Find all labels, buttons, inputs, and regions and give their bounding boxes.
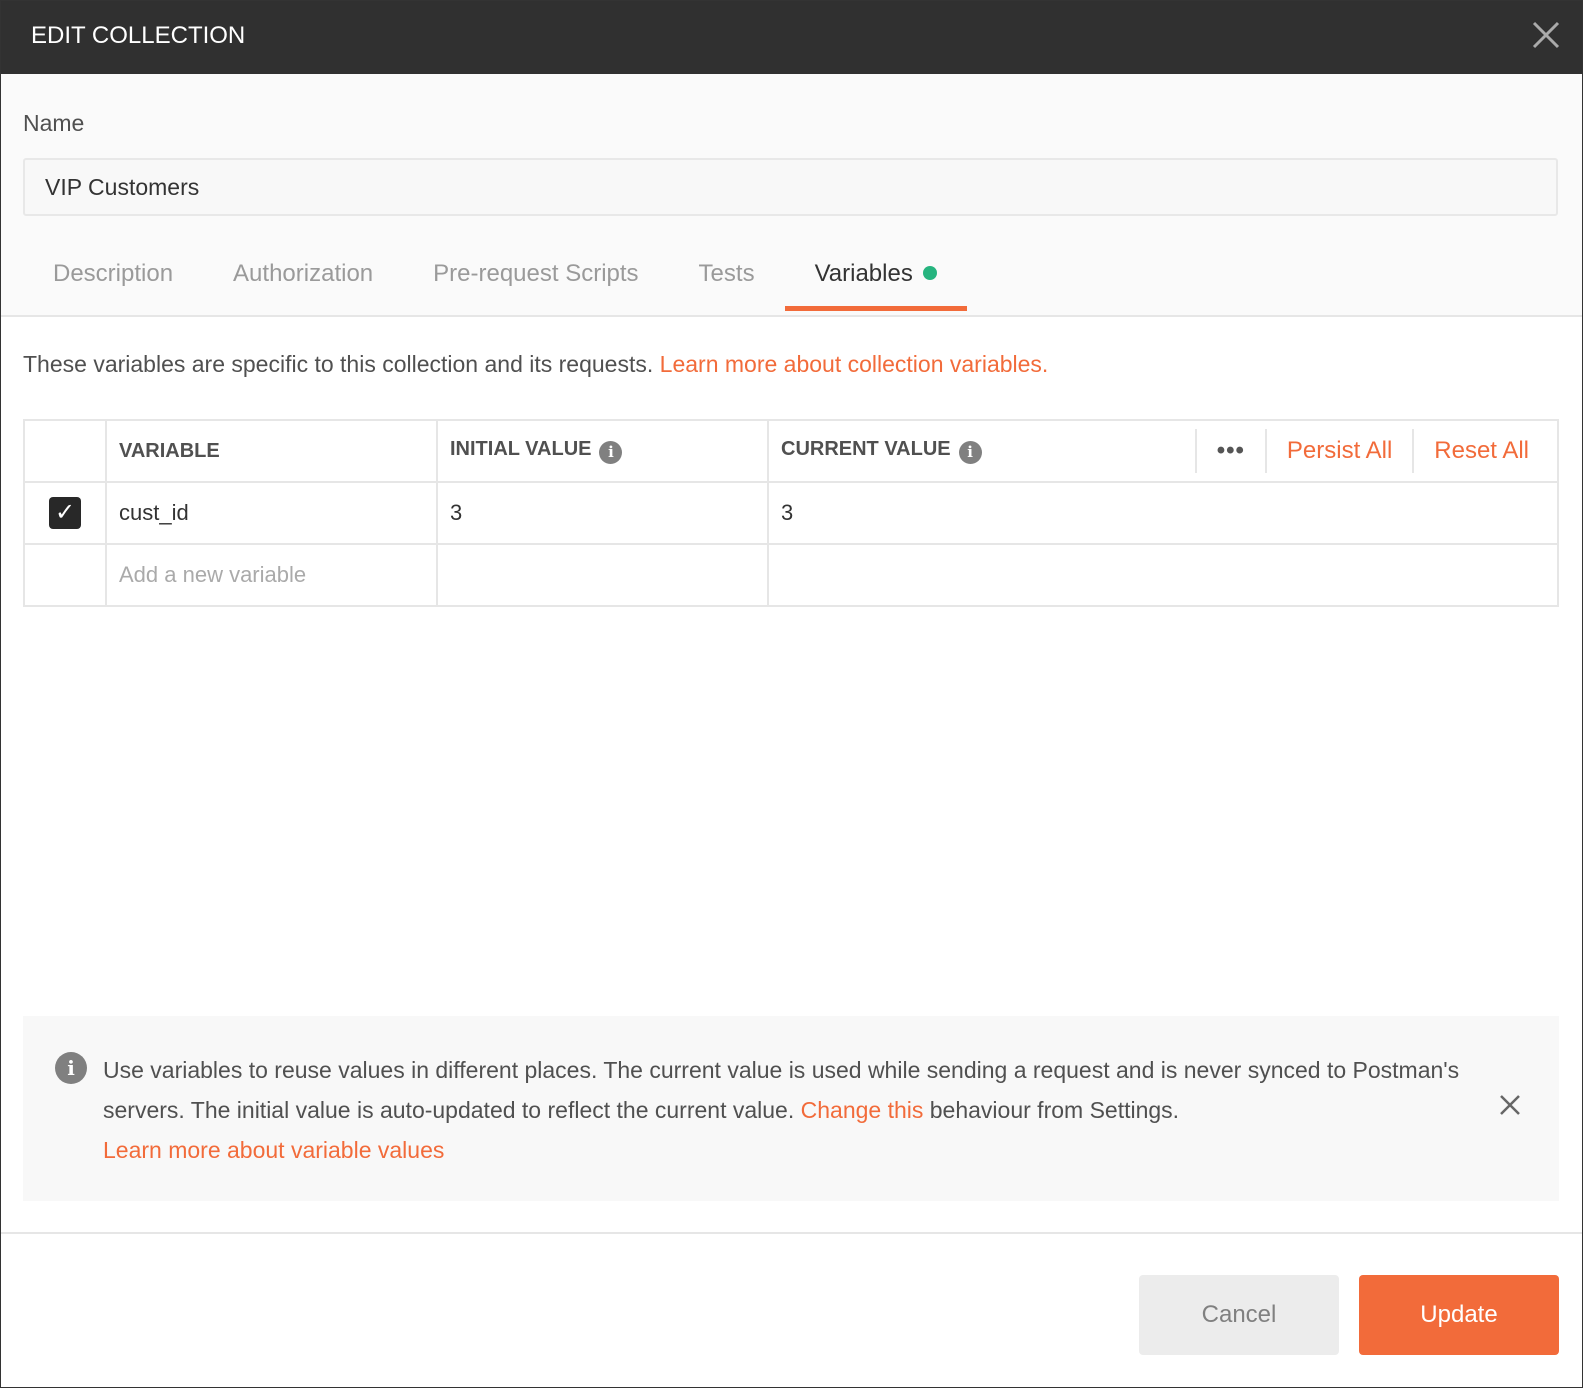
column-header-label: CURRENT VALUE [781, 438, 951, 460]
info-icon[interactable]: i [958, 441, 982, 464]
name-input[interactable] [23, 158, 1558, 216]
reset-all-button[interactable]: Reset All [1412, 429, 1557, 473]
more-options-icon[interactable]: ••• [1194, 429, 1265, 473]
checkbox-cell: ✓ [23, 481, 107, 545]
initial-value-cell[interactable] [436, 543, 769, 607]
current-value-column-header: CURRENT VALUE i ••• Persist All Reset All [767, 419, 1559, 483]
cancel-button[interactable]: Cancel [1139, 1275, 1339, 1355]
current-value-cell[interactable]: 3 [767, 481, 1559, 545]
tab-description[interactable]: Description [23, 244, 203, 311]
banner-text: behaviour from Settings. [923, 1097, 1180, 1123]
status-dot [922, 266, 937, 280]
change-this-link[interactable]: Change this [801, 1097, 924, 1123]
new-variable-row: Add a new variable [23, 543, 1559, 607]
tab-variables[interactable]: Variables [784, 244, 967, 311]
footer-divider [1, 1232, 1582, 1234]
info-icon: i [55, 1052, 87, 1084]
enabled-checkbox[interactable]: ✓ [49, 497, 81, 529]
intro-text: These variables are specific to this col… [23, 351, 1048, 378]
banner-text: Use variables to reuse values in differe… [103, 1057, 1460, 1123]
tab-pre-request-scripts[interactable]: Pre-request Scripts [403, 244, 668, 311]
learn-more-collection-variables-link[interactable]: Learn more about collection variables. [660, 351, 1049, 377]
variable-column-header: VARIABLE [105, 419, 438, 483]
dialog-title: EDIT COLLECTION [31, 22, 246, 49]
tab-tests[interactable]: Tests [669, 244, 785, 311]
close-banner-icon[interactable] [1499, 1094, 1521, 1116]
close-icon[interactable] [1528, 17, 1564, 53]
info-icon[interactable]: i [599, 441, 623, 464]
column-header-label: INITIAL VALUE [450, 438, 592, 460]
initial-value-column-header: INITIAL VALUE i [436, 419, 769, 483]
top-section: Name Description Authorization Pre-reque… [1, 74, 1582, 317]
dialog-header: EDIT COLLECTION [1, 1, 1582, 74]
tab-label: Variables [814, 260, 913, 287]
table-header-row: VARIABLE INITIAL VALUE i CURRENT VALUE i •… [23, 419, 1559, 483]
persist-all-button[interactable]: Persist All [1264, 429, 1412, 473]
checkbox-cell [23, 543, 107, 607]
variables-table: VARIABLE INITIAL VALUE i CURRENT VALUE i •… [23, 419, 1559, 607]
column-header-label: VARIABLE [119, 439, 220, 462]
checkbox-column-header [23, 419, 107, 483]
learn-more-variable-values-link[interactable]: Learn more about variable values [103, 1137, 444, 1163]
tab-bar: Description Authorization Pre-request Sc… [23, 244, 967, 311]
variable-cell[interactable]: cust_id [105, 481, 438, 545]
edit-collection-dialog: EDIT COLLECTION Name Description Authori… [0, 0, 1583, 1388]
current-value-cell[interactable] [767, 543, 1559, 607]
update-button[interactable]: Update [1359, 1275, 1559, 1355]
tab-authorization[interactable]: Authorization [203, 244, 403, 311]
initial-value-cell[interactable]: 3 [436, 481, 769, 545]
name-label: Name [23, 110, 85, 136]
info-banner: i Use variables to reuse values in diffe… [23, 1016, 1559, 1201]
intro-description: These variables are specific to this col… [23, 351, 660, 377]
table-row: ✓ cust_id 3 3 [23, 481, 1559, 545]
new-variable-input[interactable]: Add a new variable [105, 543, 438, 607]
